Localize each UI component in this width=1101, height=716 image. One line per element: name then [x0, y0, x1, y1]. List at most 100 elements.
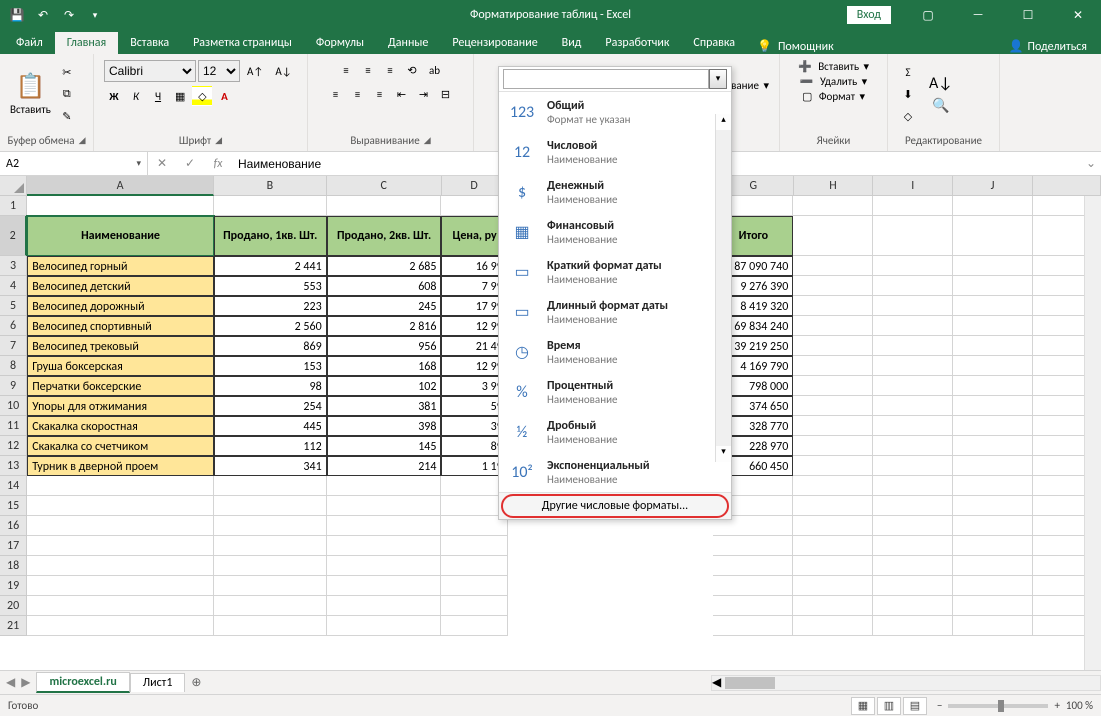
maximize-icon[interactable]: ☐	[1005, 0, 1051, 30]
number-format-option[interactable]: ½ ДробныйНаименование	[499, 412, 731, 452]
col-header[interactable]: C	[327, 176, 442, 196]
normal-view-icon[interactable]: ▦	[851, 697, 875, 715]
accept-formula-icon[interactable]: ✓	[176, 156, 204, 171]
zoom-out-icon[interactable]: −	[937, 699, 942, 712]
number-format-option[interactable]: % ПроцентныйНаименование	[499, 372, 731, 412]
align-left-icon[interactable]: ≡	[326, 84, 346, 104]
page-break-view-icon[interactable]: ▤	[903, 697, 927, 715]
horizontal-scrollbar[interactable]: ◀	[711, 675, 1101, 691]
tab-review[interactable]: Рецензирование	[440, 32, 549, 54]
number-format-input[interactable]	[503, 69, 709, 89]
undo-icon[interactable]: ↶	[34, 6, 52, 24]
decrease-indent-icon[interactable]: ⇤	[392, 84, 412, 104]
tab-developer[interactable]: Разработчик	[593, 32, 681, 54]
page-layout-view-icon[interactable]: ▥	[877, 697, 901, 715]
zoom-slider[interactable]	[948, 704, 1048, 708]
number-format-option[interactable]: ▦ ФинансовыйНаименование	[499, 212, 731, 252]
copy-icon[interactable]: ⧉	[57, 84, 77, 104]
clipboard-launcher-icon[interactable]: ◢	[79, 135, 86, 146]
number-format-option[interactable]: 123 ОбщийФормат не указан	[499, 92, 731, 132]
share-button[interactable]: 👤Поделиться	[999, 39, 1097, 54]
font-color-icon[interactable]: А	[214, 86, 234, 106]
number-format-option[interactable]: ▭ Краткий формат датыНаименование	[499, 252, 731, 292]
italic-icon[interactable]: К	[126, 86, 146, 106]
cut-icon[interactable]: ✂	[57, 62, 77, 82]
zoom-level[interactable]: 100 %	[1066, 699, 1093, 712]
insert-cells-button[interactable]: ➕ Вставить ▾	[798, 60, 869, 73]
scroll-down-icon[interactable]: ▾	[716, 446, 731, 462]
number-format-option[interactable]: 12 ЧисловойНаименование	[499, 132, 731, 172]
col-header[interactable]: B	[214, 176, 327, 196]
sheet-nav-next-icon[interactable]: ▶	[21, 675, 30, 690]
tab-help[interactable]: Справка	[681, 32, 747, 54]
number-format-option[interactable]: 10² ЭкспоненциальныйНаименование	[499, 452, 731, 492]
login-button[interactable]: Вход	[847, 6, 891, 24]
scroll-left-icon[interactable]: ◀	[712, 675, 721, 690]
paste-button[interactable]: 📋 Вставить	[4, 70, 57, 118]
ribbon-options-icon[interactable]: ▢	[905, 0, 951, 30]
align-middle-icon[interactable]: ≡	[358, 60, 378, 80]
underline-icon[interactable]: Ч	[148, 86, 168, 106]
zoom-in-icon[interactable]: +	[1054, 699, 1059, 712]
format-painter-icon[interactable]: ✎	[57, 106, 77, 126]
cancel-formula-icon[interactable]: ✕	[148, 156, 176, 171]
tab-formulas[interactable]: Формулы	[304, 32, 376, 54]
alignment-launcher-icon[interactable]: ◢	[424, 135, 431, 146]
expand-formula-bar-icon[interactable]: ⌄	[1081, 152, 1101, 175]
sheet-tab[interactable]: microexcel.ru	[36, 672, 129, 693]
tab-page-layout[interactable]: Разметка страницы	[181, 32, 304, 54]
sheet-nav-prev-icon[interactable]: ◀	[6, 675, 15, 690]
col-header[interactable]: H	[794, 176, 874, 196]
align-right-icon[interactable]: ≡	[370, 84, 390, 104]
sheet-tab[interactable]: Лист1	[130, 673, 186, 692]
tab-data[interactable]: Данные	[376, 32, 440, 54]
autosum-icon[interactable]: Σ	[898, 62, 918, 82]
delete-cells-button[interactable]: ➖ Удалить ▾	[800, 75, 867, 88]
col-header[interactable]	[1033, 176, 1101, 196]
sort-filter-icon[interactable]: A↓	[924, 73, 958, 93]
qat-customize-icon[interactable]: ▾	[86, 6, 104, 24]
wrap-text-icon[interactable]: ab	[424, 60, 445, 80]
align-center-icon[interactable]: ≡	[348, 84, 368, 104]
scroll-up-icon[interactable]: ▴	[716, 114, 731, 130]
fill-icon[interactable]: ⬇	[898, 84, 918, 104]
more-number-formats-button[interactable]: Другие числовые форматы...	[499, 492, 731, 519]
number-format-option[interactable]: $ ДенежныйНаименование	[499, 172, 731, 212]
add-sheet-icon[interactable]: ⊕	[185, 675, 207, 690]
find-icon[interactable]: 🔍	[924, 95, 958, 115]
tab-view[interactable]: Вид	[550, 32, 594, 54]
font-name-select[interactable]: Calibri	[104, 60, 196, 82]
border-icon[interactable]: ▦	[170, 86, 190, 106]
number-format-dropdown-icon[interactable]: ▾	[709, 69, 727, 89]
bold-icon[interactable]: Ж	[104, 86, 124, 106]
increase-indent-icon[interactable]: ⇥	[414, 84, 434, 104]
col-header[interactable]: I	[873, 176, 953, 196]
select-all-corner[interactable]	[0, 176, 27, 196]
name-box[interactable]: A2	[0, 152, 148, 175]
merge-icon[interactable]: ⊟	[436, 84, 456, 104]
increase-font-icon[interactable]: A↑	[242, 61, 268, 81]
tab-insert[interactable]: Вставка	[118, 32, 181, 54]
vertical-scrollbar[interactable]	[1084, 196, 1101, 670]
tab-file[interactable]: Файл	[4, 32, 55, 54]
format-cells-button[interactable]: ▢ Формат ▾	[802, 90, 865, 103]
minimize-icon[interactable]: —	[955, 0, 1001, 30]
col-header[interactable]: J	[953, 176, 1033, 196]
redo-icon[interactable]: ↷	[60, 6, 78, 24]
tab-home[interactable]: Главная	[55, 32, 118, 54]
number-format-option[interactable]: ▭ Длинный формат датыНаименование	[499, 292, 731, 332]
fx-icon[interactable]: fx	[204, 157, 232, 171]
number-format-option[interactable]: ◷ ВремяНаименование	[499, 332, 731, 372]
font-size-select[interactable]: 12	[198, 60, 240, 82]
close-icon[interactable]: ✕	[1055, 0, 1101, 30]
clear-icon[interactable]: ◇	[898, 106, 918, 126]
dropdown-scrollbar[interactable]: ▴ ▾	[715, 114, 731, 462]
fill-color-icon[interactable]: ◇	[192, 86, 212, 106]
decrease-font-icon[interactable]: A↓	[270, 61, 296, 81]
align-top-icon[interactable]: ≡	[336, 60, 356, 80]
orientation-icon[interactable]: ⟲	[402, 60, 422, 80]
align-bottom-icon[interactable]: ≡	[380, 60, 400, 80]
font-launcher-icon[interactable]: ◢	[215, 135, 222, 146]
save-icon[interactable]: 💾	[8, 6, 26, 24]
tell-me[interactable]: 💡Помощник	[747, 39, 844, 54]
